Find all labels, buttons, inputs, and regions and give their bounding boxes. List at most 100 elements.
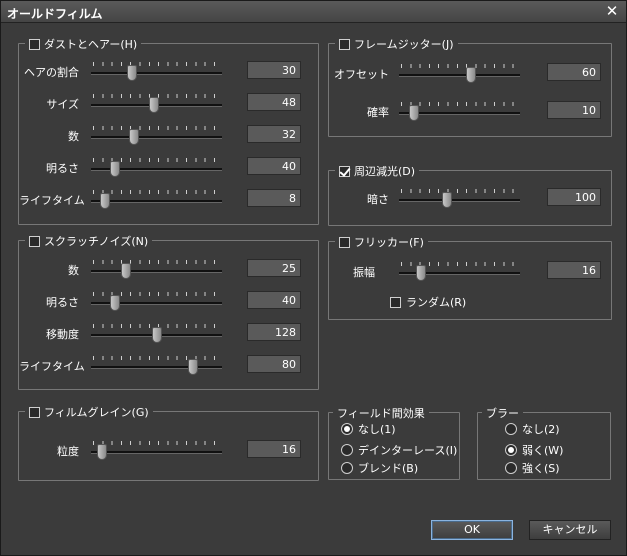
scratch-value-field[interactable]: 40	[247, 291, 301, 309]
scratch-slider[interactable]	[91, 258, 222, 280]
jitter-slider[interactable]	[399, 62, 520, 84]
scratch-value-field[interactable]: 25	[247, 259, 301, 277]
slider-track[interactable]	[91, 451, 222, 454]
slider-thumb[interactable]	[126, 65, 137, 81]
slider-thumb[interactable]	[120, 263, 131, 279]
slider-thumb[interactable]	[109, 161, 120, 177]
dust-value-field[interactable]: 8	[247, 189, 301, 207]
dust-row: ライフタイム 8	[19, 188, 318, 210]
slider-thumb[interactable]	[109, 295, 120, 311]
slider-track[interactable]	[91, 72, 222, 75]
blur-radio-none[interactable]	[505, 423, 517, 435]
slider-ticks	[93, 126, 220, 130]
slider-track[interactable]	[399, 74, 520, 77]
flicker-value-field[interactable]: 16	[547, 261, 601, 279]
scratch-value-field[interactable]: 80	[247, 355, 301, 373]
vignette-checkbox[interactable]	[339, 165, 350, 177]
slider-thumb[interactable]	[188, 359, 199, 375]
scratch-slider[interactable]	[91, 322, 222, 344]
slider-ticks	[93, 356, 220, 360]
slider-thumb[interactable]	[149, 97, 160, 113]
dust-row: 数 32	[19, 124, 318, 146]
dust-row: 明るさ 40	[19, 156, 318, 178]
field-option-none[interactable]: なし(1)	[341, 421, 396, 437]
flicker-slider[interactable]	[399, 260, 520, 282]
jitter-row-label: オフセット	[334, 68, 389, 81]
grain-checkbox[interactable]	[29, 406, 40, 418]
vignette-row: 暗さ 100	[329, 187, 611, 209]
flicker-legend[interactable]: フリッカー(F)	[335, 234, 428, 250]
close-icon[interactable]: ✕	[604, 3, 620, 19]
dust-row-label: ライフタイム	[19, 194, 85, 207]
jitter-checkbox[interactable]	[339, 38, 350, 50]
blur-option-weak[interactable]: 弱く(W)	[505, 442, 563, 458]
dust-legend[interactable]: ダストとヘアー(H)	[25, 36, 142, 52]
grain-slider[interactable]	[91, 439, 222, 461]
blur-radio-weak[interactable]	[505, 444, 517, 456]
blur-radio-strong[interactable]	[505, 462, 517, 474]
slider-track[interactable]	[91, 200, 222, 203]
jitter-value-field[interactable]: 10	[547, 101, 601, 119]
slider-track[interactable]	[91, 270, 222, 273]
flicker-row-label: 振幅	[353, 266, 375, 279]
slider-thumb[interactable]	[97, 444, 108, 460]
scratch-legend[interactable]: スクラッチノイズ(N)	[25, 233, 153, 249]
slider-track[interactable]	[91, 136, 222, 139]
jitter-slider[interactable]	[399, 100, 520, 122]
grain-legend[interactable]: フィルムグレイン(G)	[25, 404, 153, 420]
dialog-title: オールドフィルム	[7, 7, 103, 21]
jitter-label: フレームジッター(J)	[354, 38, 454, 51]
slider-track[interactable]	[91, 366, 222, 369]
blur-option-strong[interactable]: 強く(S)	[505, 460, 560, 476]
vignette-group: 周辺減光(D) 暗さ 100	[328, 163, 612, 226]
flicker-checkbox[interactable]	[339, 236, 350, 248]
vignette-value-field[interactable]: 100	[547, 188, 601, 206]
jitter-legend[interactable]: フレームジッター(J)	[335, 36, 458, 52]
slider-thumb[interactable]	[416, 265, 427, 281]
field-radio-none[interactable]	[341, 423, 353, 435]
scratch-value-field[interactable]: 128	[247, 323, 301, 341]
field-radio-blend[interactable]	[341, 462, 353, 474]
field-option-none-label: なし(1)	[358, 423, 396, 436]
blur-group: ブラー なし(2) 弱く(W) 強く(S)	[477, 405, 611, 480]
scratch-slider[interactable]	[91, 354, 222, 376]
field-option-deinterlace[interactable]: デインターレース(I)	[341, 442, 457, 458]
slider-thumb[interactable]	[129, 129, 140, 145]
slider-thumb[interactable]	[151, 327, 162, 343]
cancel-button[interactable]: キャンセル	[529, 520, 611, 540]
slider-thumb[interactable]	[442, 192, 453, 208]
dust-slider[interactable]	[91, 60, 222, 82]
random-option[interactable]: ランダム(R)	[390, 294, 466, 310]
jitter-row-label: 確率	[367, 106, 389, 119]
dust-value-field[interactable]: 30	[247, 61, 301, 79]
jitter-value-field[interactable]: 60	[547, 63, 601, 81]
slider-track[interactable]	[399, 199, 520, 202]
dust-row: ヘアの割合 30	[19, 60, 318, 82]
dust-slider[interactable]	[91, 124, 222, 146]
dust-row-label: 数	[68, 130, 79, 143]
dust-value-field[interactable]: 32	[247, 125, 301, 143]
scratch-row-label: 明るさ	[46, 296, 79, 309]
grain-value-field[interactable]: 16	[247, 440, 301, 458]
dust-value-field[interactable]: 48	[247, 93, 301, 111]
blur-option-none[interactable]: なし(2)	[505, 421, 560, 437]
field-option-blend[interactable]: ブレンド(B)	[341, 460, 418, 476]
field-radio-deinterlace[interactable]	[341, 444, 353, 456]
ok-button[interactable]: OK	[431, 520, 513, 540]
dust-row-label: 明るさ	[46, 162, 79, 175]
slider-thumb[interactable]	[465, 67, 476, 83]
slider-thumb[interactable]	[99, 193, 110, 209]
scratch-label: スクラッチノイズ(N)	[44, 235, 149, 248]
slider-thumb[interactable]	[409, 105, 420, 121]
random-checkbox[interactable]	[390, 296, 401, 308]
scratch-slider[interactable]	[91, 290, 222, 312]
vignette-slider[interactable]	[399, 187, 520, 209]
scratch-checkbox[interactable]	[29, 235, 40, 247]
scratch-row-label: ライフタイム	[19, 360, 85, 373]
dust-value-field[interactable]: 40	[247, 157, 301, 175]
dust-slider[interactable]	[91, 156, 222, 178]
vignette-legend[interactable]: 周辺減光(D)	[335, 163, 420, 179]
dust-checkbox[interactable]	[29, 38, 40, 50]
dust-slider[interactable]	[91, 92, 222, 114]
dust-slider[interactable]	[91, 188, 222, 210]
